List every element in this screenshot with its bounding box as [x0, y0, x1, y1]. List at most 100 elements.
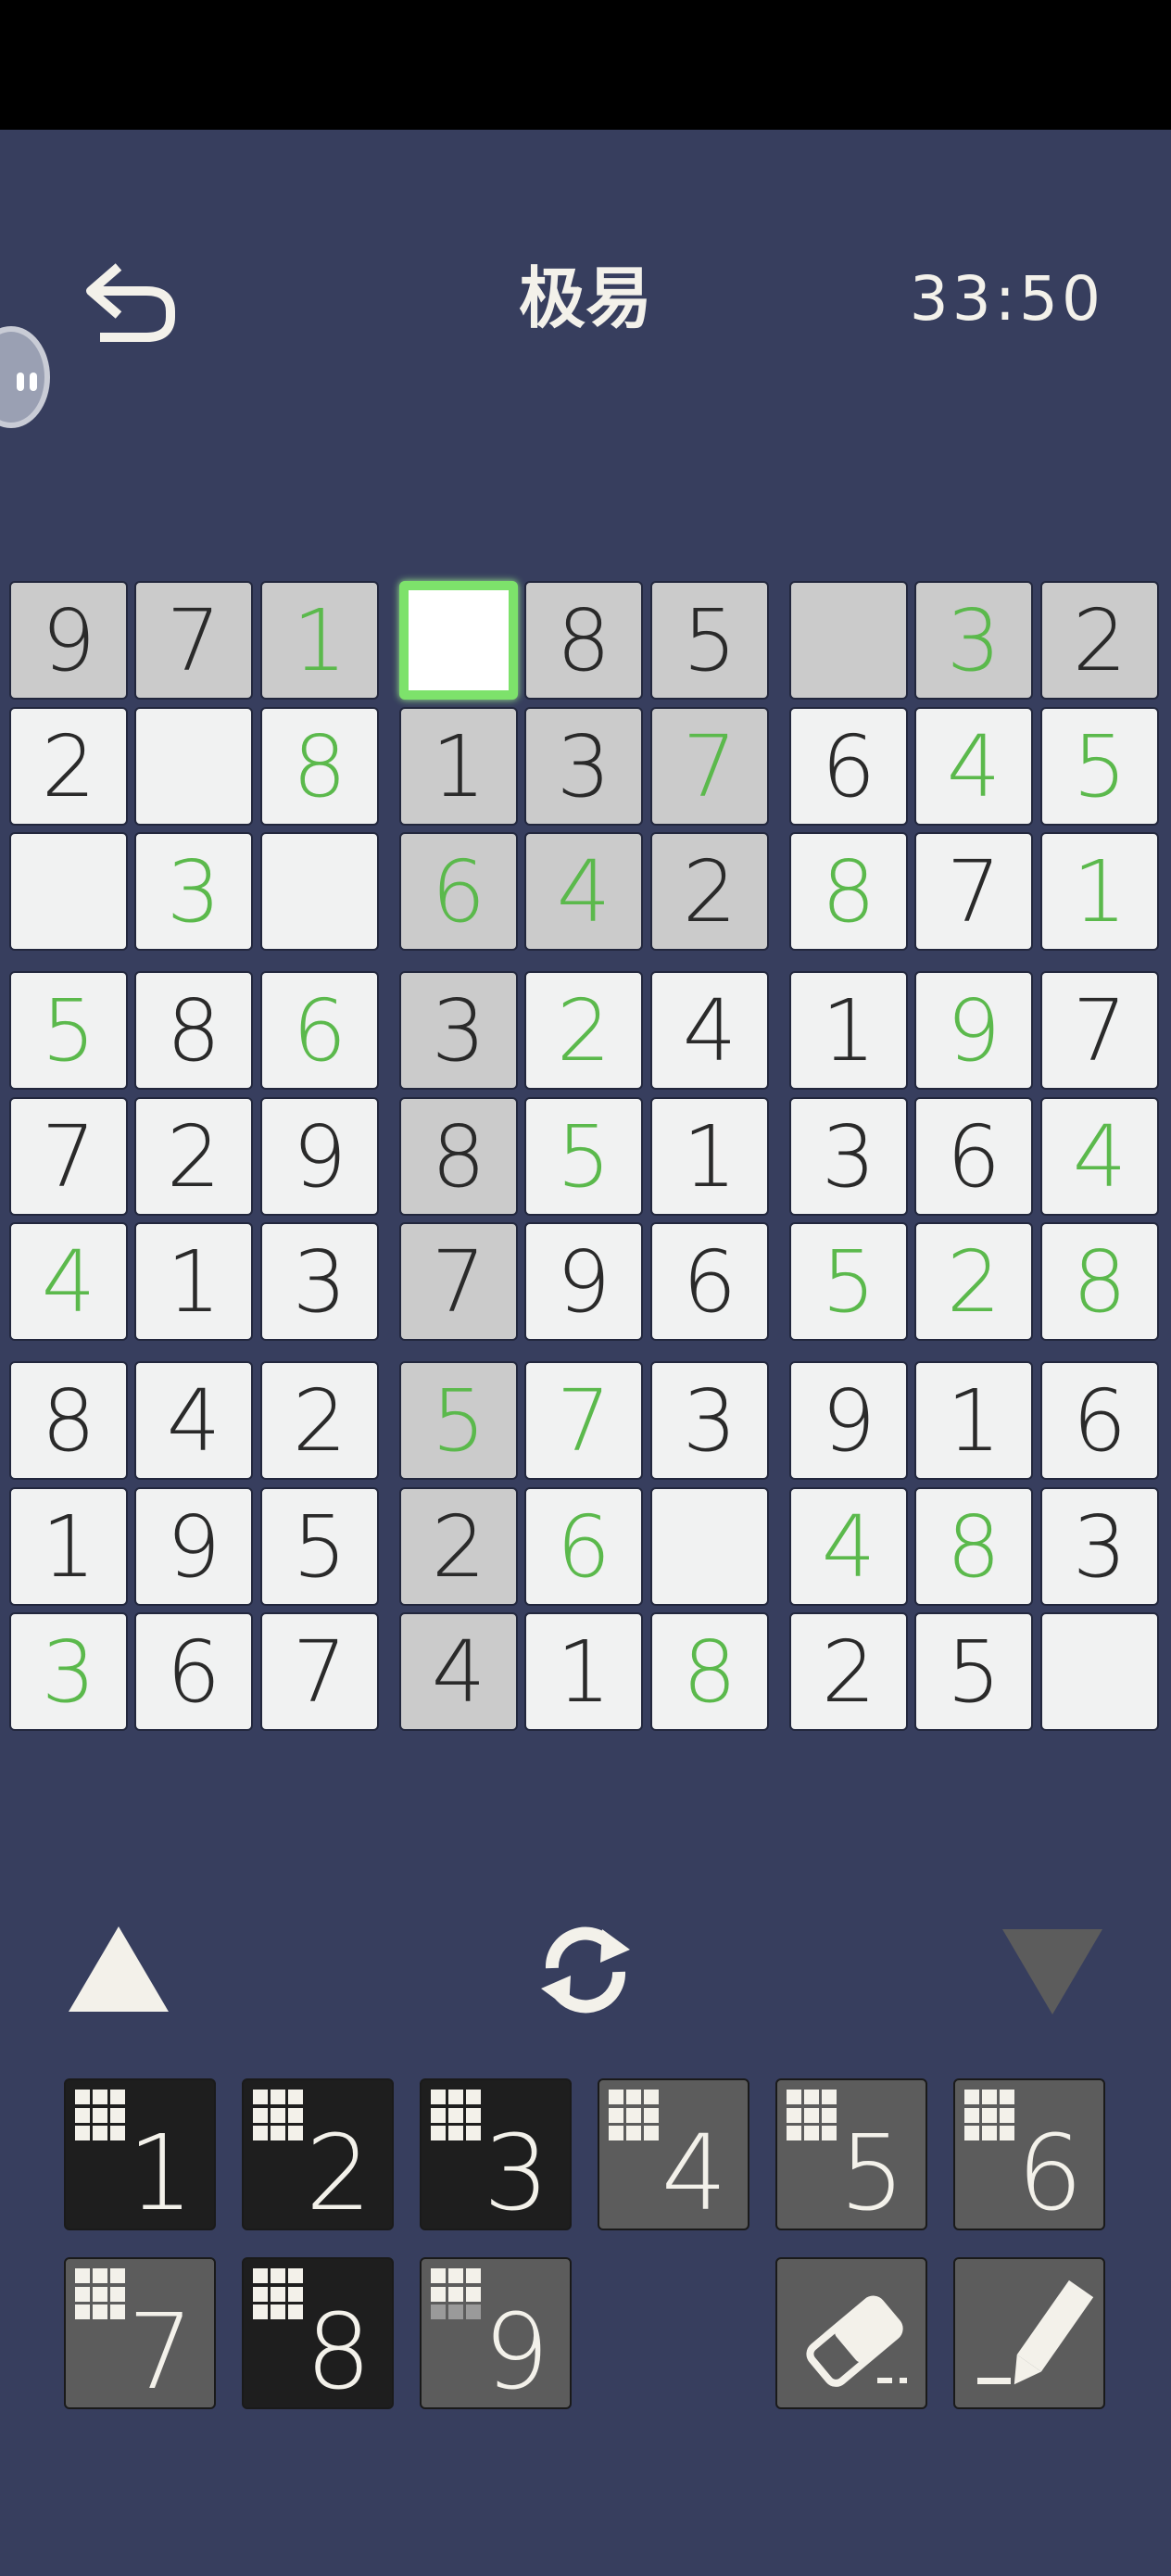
- grid-cell-r8c4[interactable]: 2: [399, 1487, 518, 1606]
- grid-cell-r4c3[interactable]: 6: [260, 971, 379, 1090]
- grid-cell-r5c7[interactable]: 3: [789, 1097, 908, 1216]
- grid-cell-r3c1[interactable]: [9, 832, 128, 951]
- grid-cell-r7c7[interactable]: 9: [789, 1361, 908, 1480]
- grid-cell-r5c1[interactable]: 7: [9, 1097, 128, 1216]
- grid-cell-r7c1[interactable]: 8: [9, 1361, 128, 1480]
- grid-cell-r5c2[interactable]: 2: [134, 1097, 253, 1216]
- grid-cell-r3c5[interactable]: 4: [524, 832, 643, 951]
- grid-cell-r6c8[interactable]: 2: [914, 1222, 1033, 1341]
- pencil-button[interactable]: [953, 2257, 1105, 2409]
- grid-cell-r3c8[interactable]: 7: [914, 832, 1033, 951]
- grid-cell-r6c1[interactable]: 4: [9, 1222, 128, 1341]
- grid-cell-r3c6[interactable]: 2: [650, 832, 769, 951]
- grid-cell-r3c4[interactable]: 6: [399, 832, 518, 951]
- grid-cell-r6c2[interactable]: 1: [134, 1222, 253, 1341]
- grid-cell-r4c2[interactable]: 8: [134, 971, 253, 1090]
- grid-cell-r6c4[interactable]: 7: [399, 1222, 518, 1341]
- grid-cell-r8c3[interactable]: 5: [260, 1487, 379, 1606]
- number-key-label: 3: [483, 2114, 549, 2234]
- number-key-7[interactable]: 7: [64, 2257, 216, 2413]
- grid-cell-r3c3[interactable]: [260, 832, 379, 951]
- grid-cell-r7c8[interactable]: 1: [914, 1361, 1033, 1480]
- grid-cell-r9c5[interactable]: 1: [524, 1612, 643, 1731]
- grid-cell-r1c2[interactable]: 7: [134, 581, 253, 700]
- number-key-1[interactable]: 1: [64, 2078, 216, 2234]
- grid-cell-r2c8[interactable]: 4: [914, 707, 1033, 826]
- grid-cell-r7c2[interactable]: 4: [134, 1361, 253, 1480]
- grid-cell-r1c3[interactable]: 1: [260, 581, 379, 700]
- grid-cell-r3c2[interactable]: 3: [134, 832, 253, 951]
- number-key-9[interactable]: 9: [420, 2257, 572, 2413]
- grid-cell-r6c7[interactable]: 5: [789, 1222, 908, 1341]
- number-key-6[interactable]: 6: [953, 2078, 1105, 2234]
- grid-cell-r5c3[interactable]: 9: [260, 1097, 379, 1216]
- grid-cell-r4c4[interactable]: 3: [399, 971, 518, 1090]
- grid-cell-r1c1[interactable]: 9: [9, 581, 128, 700]
- number-key-3[interactable]: 3: [420, 2078, 572, 2234]
- grid-cell-r8c5[interactable]: 6: [524, 1487, 643, 1606]
- grid-cell-r8c7[interactable]: 4: [789, 1487, 908, 1606]
- grid-cell-r7c5[interactable]: 7: [524, 1361, 643, 1480]
- grid-cell-r1c5[interactable]: 8: [524, 581, 643, 700]
- grid-cell-r9c8[interactable]: 5: [914, 1612, 1033, 1731]
- grid-cell-r2c9[interactable]: 5: [1040, 707, 1159, 826]
- grid-cell-r6c5[interactable]: 9: [524, 1222, 643, 1341]
- number-key-label: 5: [838, 2114, 905, 2234]
- eraser-button[interactable]: [775, 2257, 927, 2409]
- grid-cell-r2c5[interactable]: 3: [524, 707, 643, 826]
- grid-cell-r4c5[interactable]: 2: [524, 971, 643, 1090]
- grid-cell-r4c7[interactable]: 1: [789, 971, 908, 1090]
- grid-cell-r8c1[interactable]: 1: [9, 1487, 128, 1606]
- grid-cell-r3c9[interactable]: 1: [1040, 832, 1159, 951]
- number-key-4[interactable]: 4: [598, 2078, 749, 2234]
- grid-cell-r8c8[interactable]: 8: [914, 1487, 1033, 1606]
- number-key-2[interactable]: 2: [242, 2078, 394, 2234]
- grid-cell-r8c6[interactable]: [650, 1487, 769, 1606]
- grid-cell-r1c4[interactable]: [399, 581, 518, 700]
- grid-cell-r5c6[interactable]: 1: [650, 1097, 769, 1216]
- grid-cell-r9c1[interactable]: 3: [9, 1612, 128, 1731]
- grid-cell-r7c3[interactable]: 2: [260, 1361, 379, 1480]
- grid-cell-r9c3[interactable]: 7: [260, 1612, 379, 1731]
- grid-cell-r8c2[interactable]: 9: [134, 1487, 253, 1606]
- grid-cell-r9c2[interactable]: 6: [134, 1612, 253, 1731]
- grid-cell-r5c8[interactable]: 6: [914, 1097, 1033, 1216]
- grid-cell-r5c5[interactable]: 5: [524, 1097, 643, 1216]
- grid-cell-r6c3[interactable]: 3: [260, 1222, 379, 1341]
- floating-assistant-icon[interactable]: [0, 326, 50, 428]
- grid-cell-r6c6[interactable]: 6: [650, 1222, 769, 1341]
- grid-cell-r2c4[interactable]: 1: [399, 707, 518, 826]
- grid-cell-r2c2[interactable]: [134, 707, 253, 826]
- grid-cell-r9c6[interactable]: 8: [650, 1612, 769, 1731]
- grid-mini-icon: [964, 2090, 1016, 2141]
- number-key-5[interactable]: 5: [775, 2078, 927, 2234]
- grid-cell-r8c9[interactable]: 3: [1040, 1487, 1159, 1606]
- grid-cell-r9c9[interactable]: [1040, 1612, 1159, 1731]
- grid-cell-r4c9[interactable]: 7: [1040, 971, 1159, 1090]
- grid-cell-r1c9[interactable]: 2: [1040, 581, 1159, 700]
- grid-cell-r4c6[interactable]: 4: [650, 971, 769, 1090]
- triangle-down-icon[interactable]: [999, 1926, 1106, 2018]
- grid-cell-r1c8[interactable]: 3: [914, 581, 1033, 700]
- grid-cell-r2c6[interactable]: 7: [650, 707, 769, 826]
- grid-cell-r9c7[interactable]: 2: [789, 1612, 908, 1731]
- grid-cell-r2c1[interactable]: 2: [9, 707, 128, 826]
- grid-cell-r5c4[interactable]: 8: [399, 1097, 518, 1216]
- refresh-icon[interactable]: [528, 1918, 643, 2020]
- number-key-8[interactable]: 8: [242, 2257, 394, 2413]
- grid-cell-r7c4[interactable]: 5: [399, 1361, 518, 1480]
- grid-cell-r6c9[interactable]: 8: [1040, 1222, 1159, 1341]
- grid-cell-r2c7[interactable]: 6: [789, 707, 908, 826]
- grid-cell-r9c4[interactable]: 4: [399, 1612, 518, 1731]
- grid-cell-r7c9[interactable]: 6: [1040, 1361, 1159, 1480]
- grid-cell-r4c8[interactable]: 9: [914, 971, 1033, 1090]
- triangle-up-icon[interactable]: [65, 1923, 172, 2015]
- grid-cell-r4c1[interactable]: 5: [9, 971, 128, 1090]
- grid-cell-r1c7[interactable]: [789, 581, 908, 700]
- grid-cell-r7c6[interactable]: 3: [650, 1361, 769, 1480]
- back-arrow-icon[interactable]: [82, 259, 183, 347]
- grid-cell-r3c7[interactable]: 8: [789, 832, 908, 951]
- grid-cell-r1c6[interactable]: 5: [650, 581, 769, 700]
- grid-cell-r5c9[interactable]: 4: [1040, 1097, 1159, 1216]
- grid-cell-r2c3[interactable]: 8: [260, 707, 379, 826]
